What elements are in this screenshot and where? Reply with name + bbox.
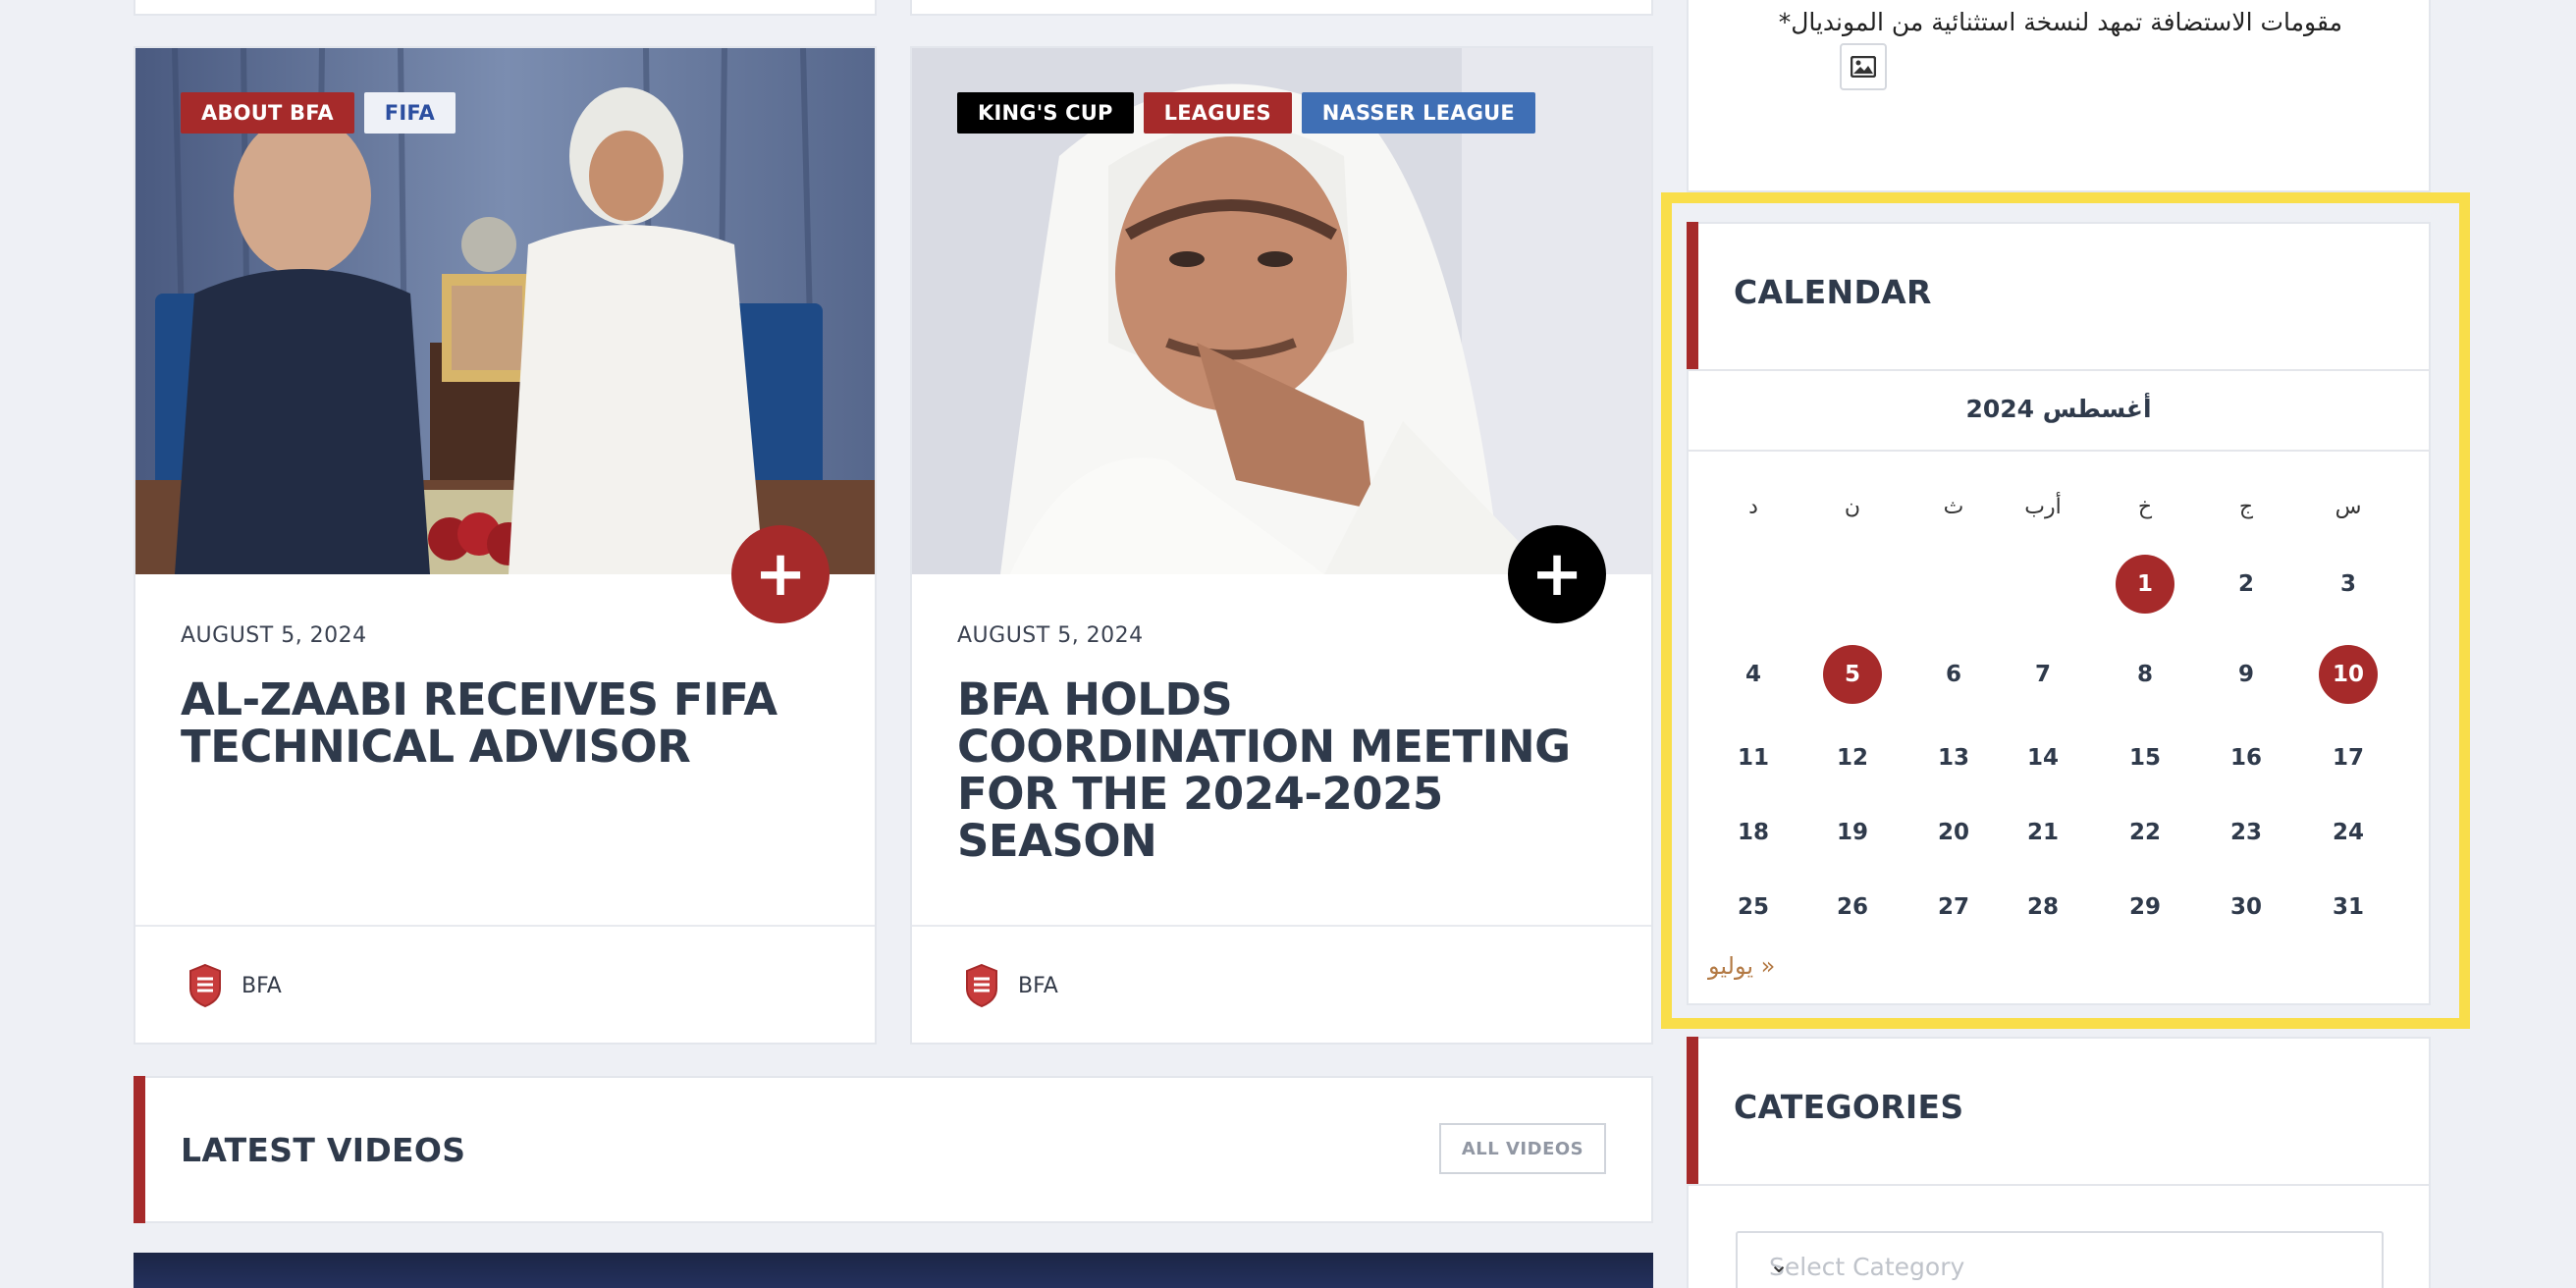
calendar-weekday: د [1748, 494, 1758, 519]
divider [135, 925, 875, 927]
calendar-day: 27 [1937, 894, 1969, 920]
tag-fifa[interactable]: FIFA [363, 92, 456, 134]
post-tags: ABOUT BFA FIFA [181, 92, 456, 134]
calendar-day: 11 [1737, 745, 1769, 771]
previous-post-card-bottom [910, 0, 1653, 16]
calendar-weekday: أرب [2024, 494, 2062, 519]
read-more-plus-button[interactable]: + [1508, 525, 1606, 623]
all-videos-button[interactable]: ALL VIDEOS [1439, 1123, 1606, 1174]
categories-title: CATEGORIES [1734, 1088, 1964, 1126]
calendar-day: 2 [2237, 571, 2254, 597]
calendar-day: 18 [1737, 820, 1769, 845]
calendar-day: 31 [2332, 894, 2364, 920]
calendar-day: 25 [1737, 894, 1769, 920]
calendar-day: 13 [1937, 745, 1969, 771]
post-card[interactable]: ABOUT BFA FIFA + AUGUST 5, 2024 AL-ZAABI… [134, 46, 877, 1045]
bfa-logo-icon [966, 963, 997, 1008]
post-title[interactable]: AL-ZAABI RECEIVES FIFA TECHNICAL ADVISOR [181, 676, 829, 771]
calendar-weekday: خ [2137, 494, 2153, 519]
author-name: BFA [242, 973, 282, 998]
divider [912, 925, 1651, 927]
post-date: AUGUST 5, 2024 [181, 623, 367, 648]
calendar-day: 14 [2026, 745, 2059, 771]
calendar-day-linked[interactable]: 1 [2116, 555, 2174, 614]
calendar-day: 19 [1836, 820, 1868, 845]
calendar-day: 22 [2128, 820, 2161, 845]
calendar-day: 7 [2034, 662, 2051, 687]
post-tags: KING'S CUP LEAGUES NASSER LEAGUE [957, 92, 1535, 134]
calendar-day: 20 [1937, 820, 1969, 845]
calendar-day: 23 [2229, 820, 2262, 845]
image-icon[interactable] [1840, 43, 1887, 90]
post-title[interactable]: BFA HOLDS COORDINATION MEETING FOR THE 2… [957, 676, 1605, 865]
calendar-day: 24 [2332, 820, 2364, 845]
calendar-day: 21 [2026, 820, 2059, 845]
category-select[interactable]: Select Category ⌄ [1736, 1231, 2384, 1288]
calendar-day: 28 [2026, 894, 2059, 920]
tag-nasser-league[interactable]: NASSER LEAGUE [1301, 92, 1535, 134]
post-card[interactable]: KING'S CUP LEAGUES NASSER LEAGUE + AUGUS… [910, 46, 1653, 1045]
calendar-day: 17 [2332, 745, 2364, 771]
latest-videos-title: LATEST VIDEOS [181, 1131, 466, 1169]
calendar-day: 12 [1836, 745, 1868, 771]
calendar-weekday: س [2334, 494, 2362, 519]
calendar-title: CALENDAR [1734, 273, 1932, 311]
divider [1689, 1184, 2429, 1186]
calendar-day: 3 [2339, 571, 2356, 597]
calendar-day: 29 [2128, 894, 2161, 920]
chevron-down-icon: ⌄ [1769, 1251, 1790, 1278]
divider [1689, 369, 2429, 371]
calendar-weekday: ث [1943, 494, 1964, 519]
categories-widget: CATEGORIES Select Category ⌄ [1687, 1037, 2431, 1288]
post-author[interactable]: BFA [965, 963, 1058, 1008]
video-thumbnail[interactable] [134, 1253, 1653, 1288]
calendar-day: 15 [2128, 745, 2161, 771]
calendar-weekday: ن [1844, 494, 1861, 519]
post-author[interactable]: BFA [188, 963, 282, 1008]
calendar-day: 6 [1945, 662, 1961, 687]
bfa-logo-icon [189, 963, 221, 1008]
calendar-day-linked[interactable]: 10 [2319, 645, 2378, 704]
sidebar-news-widget: مقومات الاستضافة تمهد لنسخة استثنائية من… [1687, 0, 2431, 192]
latest-videos-widget: LATEST VIDEOS ALL VIDEOS [134, 1076, 1653, 1223]
author-name: BFA [1018, 973, 1058, 998]
tag-kings-cup[interactable]: KING'S CUP [957, 92, 1134, 134]
calendar-day: 8 [2136, 662, 2153, 687]
post-date: AUGUST 5, 2024 [957, 623, 1144, 648]
calendar-widget: CALENDAR أغسطس 2024 د ن ث أرب خ ج س 1 2 3 4 5 6 7 8 9 10… [1687, 222, 2431, 1005]
calendar-day-linked[interactable]: 5 [1823, 645, 1882, 704]
calendar-day: 9 [2237, 662, 2254, 687]
tag-about-bfa[interactable]: ABOUT BFA [181, 92, 354, 134]
calendar-day: 16 [2229, 745, 2262, 771]
previous-post-card-bottom [134, 0, 877, 16]
widget-accent-bar [1687, 222, 1698, 369]
tag-leagues[interactable]: LEAGUES [1143, 92, 1292, 134]
calendar-day: 4 [1744, 662, 1761, 687]
widget-accent-bar [134, 1076, 145, 1223]
sidebar-news-link[interactable]: مقومات الاستضافة تمهد لنسخة استثنائية من… [1779, 8, 2342, 36]
calendar-day: 26 [1836, 894, 1868, 920]
calendar-weekday: ج [2238, 494, 2254, 519]
calendar-day: 30 [2229, 894, 2262, 920]
calendar-prev-month-link[interactable]: « يوليو [1708, 952, 1775, 980]
calendar-month: أغسطس 2024 [1965, 395, 2152, 423]
divider [1689, 450, 2429, 452]
read-more-plus-button[interactable]: + [731, 525, 830, 623]
widget-accent-bar [1687, 1037, 1698, 1184]
